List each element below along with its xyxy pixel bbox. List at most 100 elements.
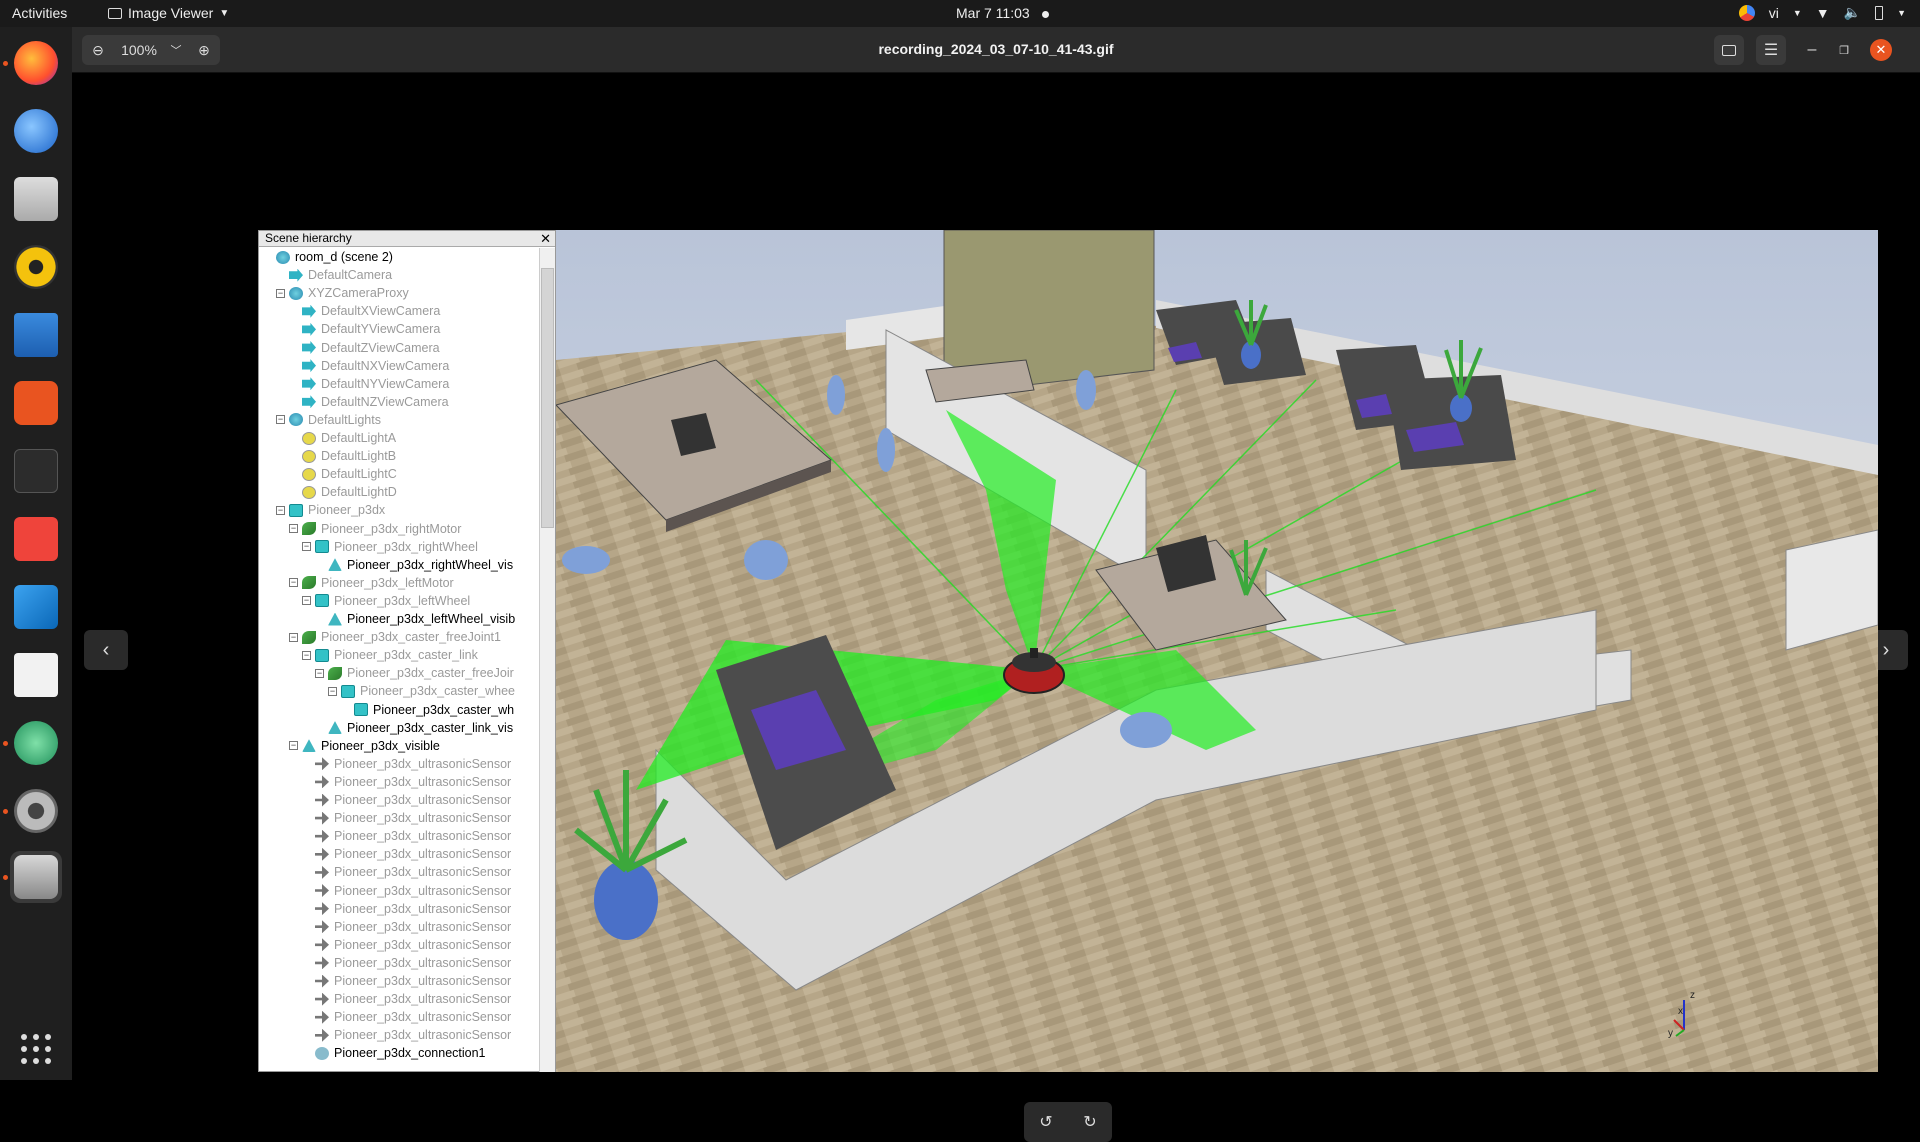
tree-item[interactable]: Pioneer_p3dx_leftWheel_visib (315, 610, 515, 628)
tree-item[interactable]: Pioneer_p3dx_ultrasonicSensor (302, 863, 511, 881)
tree-item[interactable]: DefaultLightA (289, 429, 396, 447)
clock[interactable]: Mar 7 11:03 (956, 5, 1049, 21)
files-launcher[interactable] (10, 173, 62, 225)
tree-item[interactable]: − Pioneer_p3dx_caster_freeJoint1 (289, 628, 501, 646)
expand-toggle-icon[interactable]: − (276, 288, 285, 298)
expand-toggle-icon[interactable]: − (328, 686, 337, 696)
tree-item[interactable]: Pioneer_p3dx_rightWheel_vis (315, 556, 513, 574)
fullscreen-button[interactable] (1714, 35, 1744, 65)
writer-icon (14, 313, 58, 357)
tree-item[interactable]: DefaultNYViewCamera (289, 375, 449, 393)
tree-item[interactable]: − Pioneer_p3dx_caster_whee (328, 682, 515, 700)
app-menu[interactable]: Image Viewer ▼ (108, 5, 229, 21)
expand-toggle-icon[interactable]: − (302, 596, 311, 606)
tree-item[interactable]: Pioneer_p3dx_ultrasonicSensor (302, 918, 511, 936)
chrome-remote-icon[interactable] (1738, 4, 1755, 21)
sensor-icon (315, 992, 329, 1006)
camera-icon (289, 268, 303, 282)
tree-item[interactable]: Pioneer_p3dx_ultrasonicSensor (302, 827, 511, 845)
joint-icon (302, 522, 316, 535)
tree-item[interactable]: − Pioneer_p3dx_rightWheel (302, 538, 478, 556)
firefox-launcher[interactable] (10, 37, 62, 89)
vscode-launcher[interactable] (10, 581, 62, 633)
dummy-icon (315, 1046, 329, 1060)
sensor-icon (315, 757, 329, 771)
expand-toggle-icon[interactable]: − (289, 632, 298, 642)
tree-item[interactable]: DefaultYViewCamera (289, 320, 440, 338)
tree-item[interactable]: Pioneer_p3dx_ultrasonicSensor (302, 755, 511, 773)
tree-item[interactable]: Pioneer_p3dx_ultrasonicSensor (302, 773, 511, 791)
system-tray[interactable]: vi ▼ ▼ 🔈 ▼ (1738, 4, 1906, 21)
tree-item[interactable]: − Pioneer_p3dx_visible (289, 737, 440, 755)
tree-item[interactable]: DefaultXViewCamera (289, 302, 440, 320)
tree-item[interactable]: Pioneer_p3dx_ultrasonicSensor (302, 882, 511, 900)
document-viewer-launcher[interactable] (10, 649, 62, 701)
cube-icon (315, 540, 329, 554)
tree-item[interactable]: Pioneer_p3dx_connection1 (302, 1044, 486, 1062)
tree-item[interactable]: − Pioneer_p3dx_rightMotor (289, 520, 461, 538)
app-center-launcher[interactable] (10, 377, 62, 429)
light-icon (302, 467, 316, 481)
expand-toggle-icon[interactable]: − (289, 578, 298, 588)
minimize-button[interactable]: – (1800, 35, 1824, 65)
tree-item[interactable]: − XYZCameraProxy (276, 284, 409, 302)
top-bar: Activities Image Viewer ▼ Mar 7 11:03 vi… (0, 0, 1920, 27)
writer-launcher[interactable] (10, 309, 62, 361)
restore-button[interactable]: ❐ (1832, 35, 1856, 65)
tree-item[interactable]: DefaultLightC (289, 465, 397, 483)
tree-item[interactable]: − Pioneer_p3dx_caster_freeJoir (315, 664, 514, 682)
tree-item-label: DefaultNXViewCamera (321, 358, 450, 373)
tree-item[interactable]: − Pioneer_p3dx_leftWheel (302, 592, 470, 610)
tree-item[interactable]: Pioneer_p3dx_ultrasonicSensor (302, 972, 511, 990)
fullscreen-icon (1722, 44, 1736, 56)
expand-toggle-icon[interactable]: − (302, 650, 311, 660)
activities-button[interactable]: Activities (12, 5, 67, 21)
close-button[interactable]: ✕ (1870, 39, 1892, 61)
rhythmbox-launcher[interactable] (10, 241, 62, 293)
tree-item[interactable]: − Pioneer_p3dx_caster_link (302, 646, 478, 664)
tree-item[interactable]: Pioneer_p3dx_ultrasonicSensor (302, 936, 511, 954)
tree-item[interactable]: Pioneer_p3dx_ultrasonicSensor (302, 1026, 511, 1044)
atom-launcher[interactable] (10, 717, 62, 769)
menu-button[interactable]: ☰ (1756, 35, 1786, 65)
expand-toggle-icon[interactable]: − (315, 668, 324, 678)
expand-toggle-icon[interactable]: − (276, 415, 285, 425)
tree-item[interactable]: Pioneer_p3dx_ultrasonicSensor (302, 791, 511, 809)
expand-toggle-icon[interactable]: − (289, 741, 298, 751)
tree-item[interactable]: DefaultLightB (289, 447, 396, 465)
rotate-right-button[interactable]: ↻ (1068, 1102, 1112, 1142)
tree-item[interactable]: Pioneer_p3dx_ultrasonicSensor (302, 845, 511, 863)
expand-toggle-icon[interactable]: − (276, 505, 285, 515)
input-language[interactable]: vi (1769, 5, 1779, 21)
app-center-icon (14, 381, 58, 425)
cube-icon (289, 503, 303, 517)
anydesk-launcher[interactable] (10, 513, 62, 565)
tree-item[interactable]: room_d (scene 2) (263, 248, 393, 266)
tree-item[interactable]: − Pioneer_p3dx_leftMotor (289, 574, 454, 592)
expand-toggle-icon[interactable]: − (289, 524, 298, 533)
tree-item[interactable]: Pioneer_p3dx_ultrasonicSensor (302, 809, 511, 827)
thunderbird-launcher[interactable] (10, 105, 62, 157)
tree-item[interactable]: Pioneer_p3dx_ultrasonicSensor (302, 900, 511, 918)
tree-item[interactable]: Pioneer_p3dx_caster_link_vis (315, 719, 513, 737)
settings-launcher[interactable] (10, 785, 62, 837)
tree-item[interactable]: DefaultZViewCamera (289, 339, 440, 357)
image-viewer-launcher[interactable] (10, 851, 62, 903)
rotate-left-button[interactable]: ↺ (1024, 1102, 1068, 1142)
expand-toggle-icon[interactable]: − (302, 542, 311, 552)
tree-item[interactable]: − Pioneer_p3dx (276, 501, 385, 519)
tree-item[interactable]: − DefaultLights (276, 411, 381, 429)
terminal-launcher[interactable] (10, 445, 62, 497)
tree-item[interactable]: DefaultNXViewCamera (289, 357, 449, 375)
tree-item[interactable]: Pioneer_p3dx_ultrasonicSensor (302, 1008, 511, 1026)
tree-item[interactable]: DefaultNZViewCamera (289, 393, 449, 411)
tree-item[interactable]: Pioneer_p3dx_ultrasonicSensor (302, 954, 511, 972)
show-apps-button[interactable] (10, 1023, 62, 1075)
chevron-down-icon: ▼ (219, 7, 230, 19)
tree-item[interactable]: Pioneer_p3dx_caster_wh (341, 701, 514, 719)
restore-icon: ❐ (1839, 44, 1849, 57)
tree-item[interactable]: DefaultCamera (276, 266, 392, 284)
tree-item[interactable]: DefaultLightD (289, 483, 397, 501)
previous-image-button[interactable]: ‹ (84, 630, 128, 670)
tree-item[interactable]: Pioneer_p3dx_ultrasonicSensor (302, 990, 511, 1008)
